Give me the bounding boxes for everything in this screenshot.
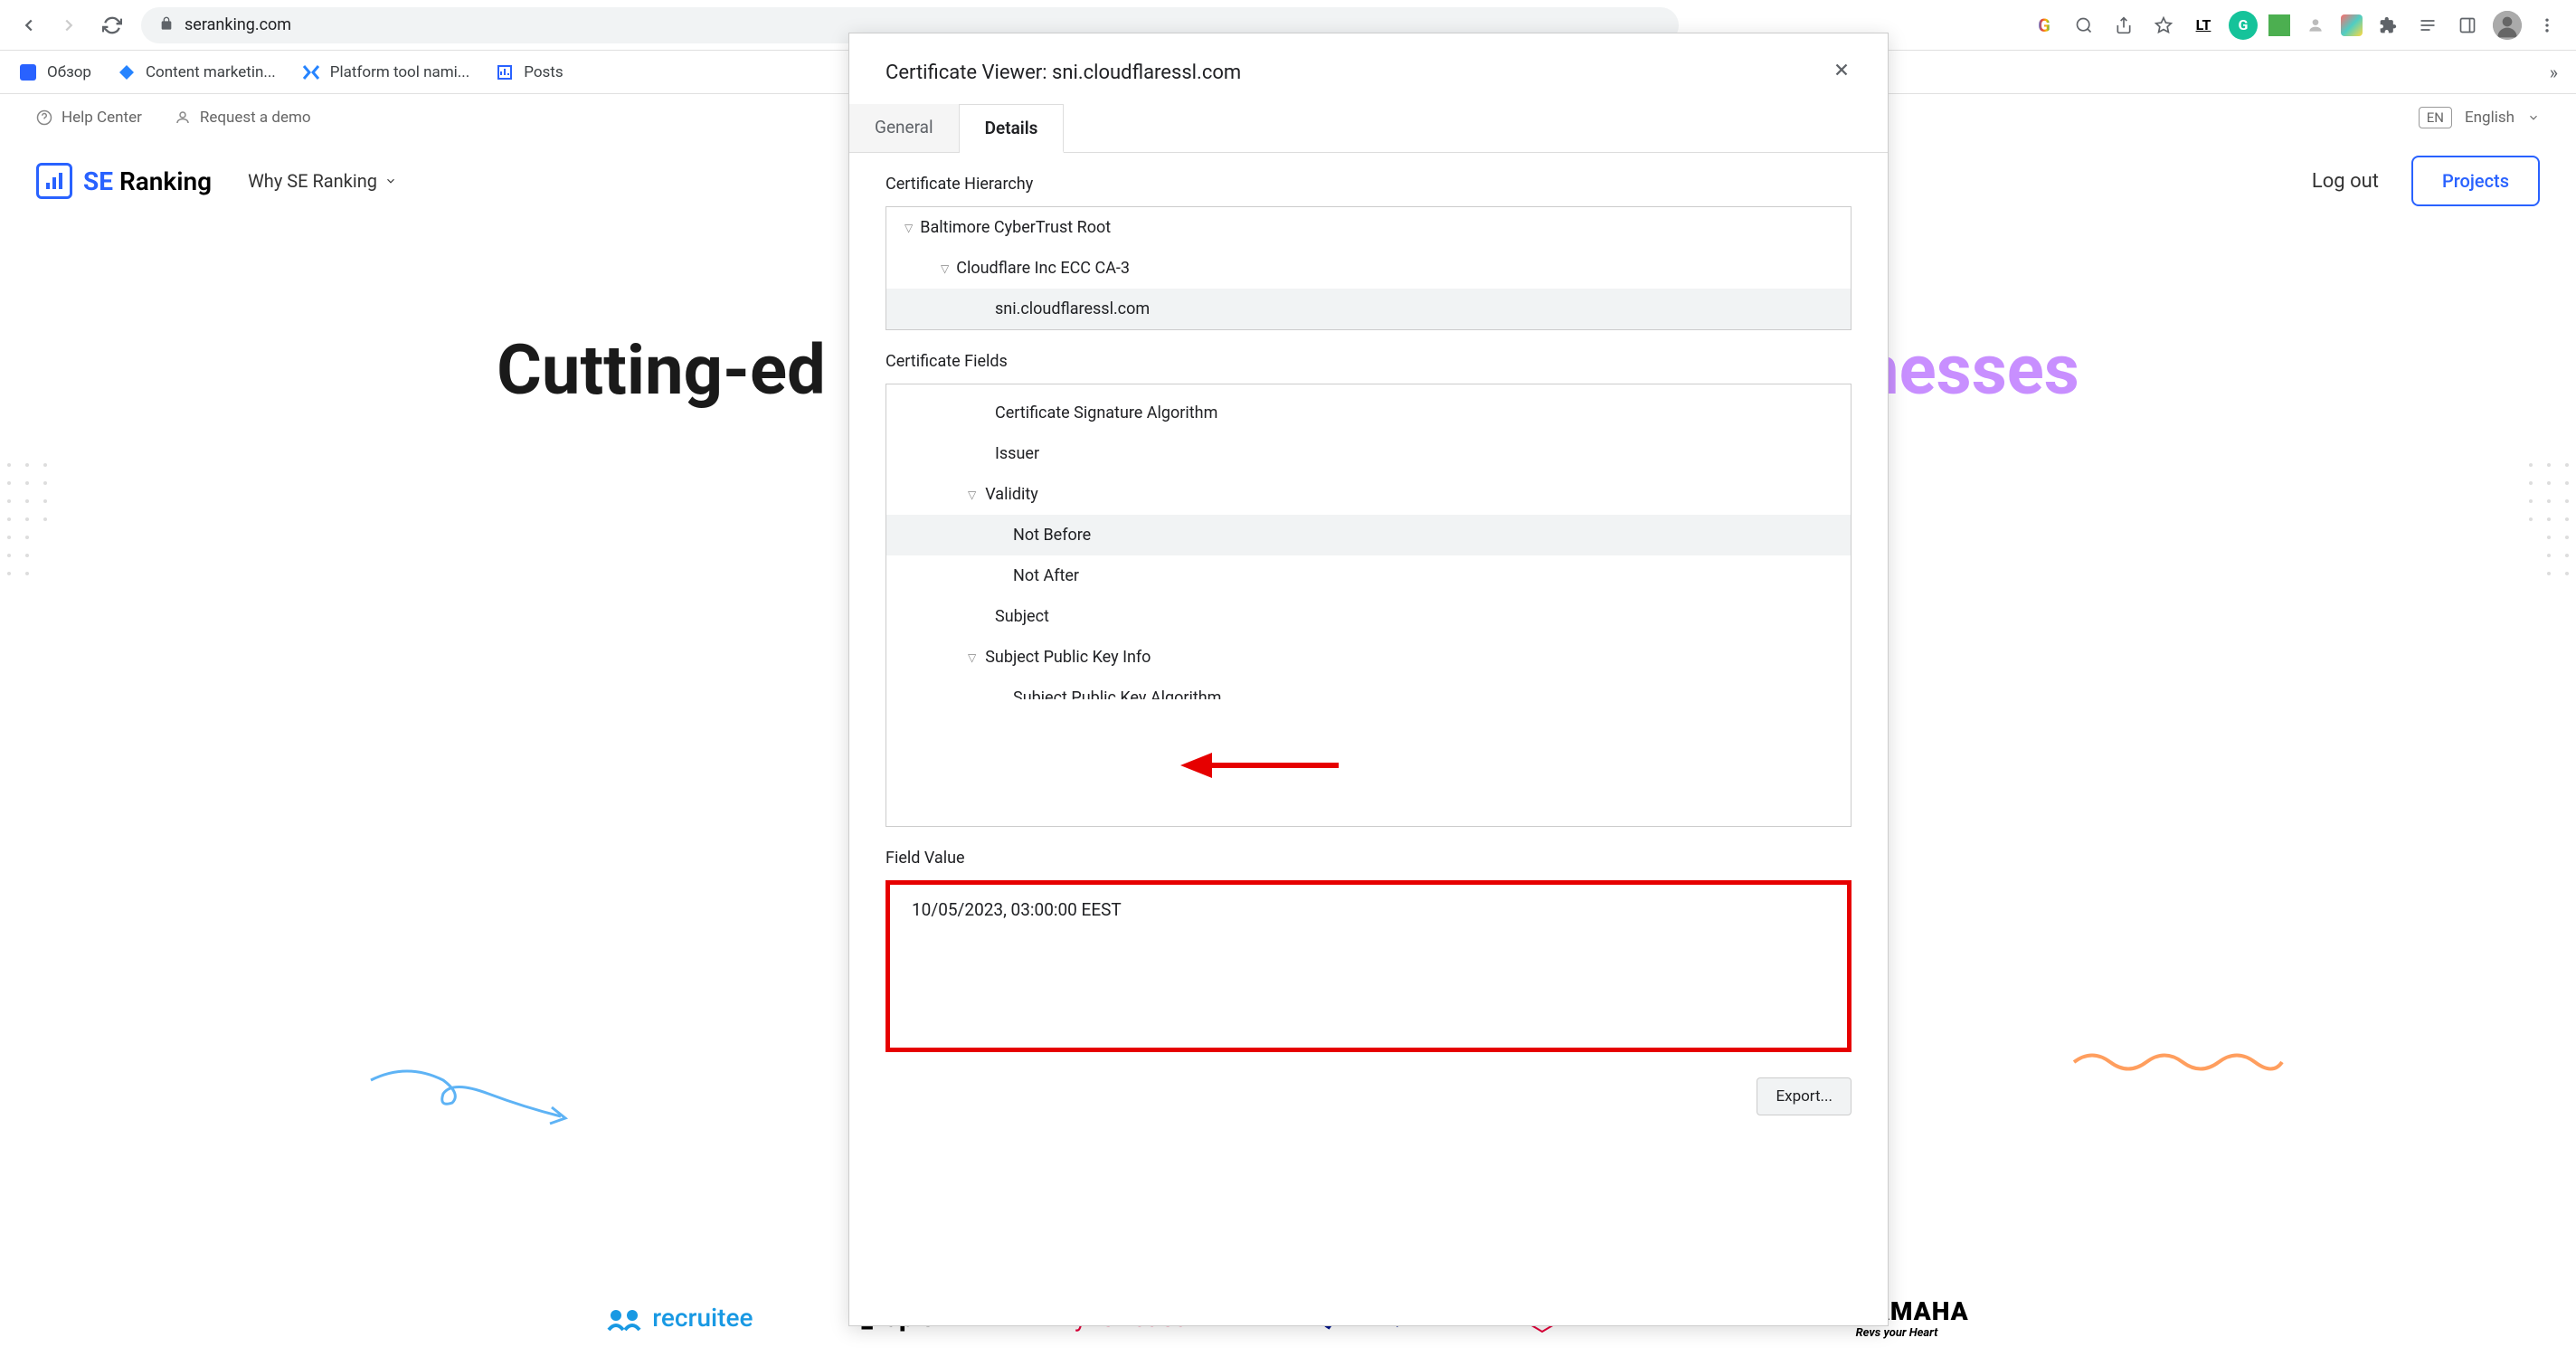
bookmark-item[interactable]: Posts [495, 62, 563, 82]
lock-icon [159, 16, 174, 34]
hierarchy-label: sni.cloudflaressl.com [995, 299, 1150, 318]
cert-title: Certificate Viewer: sni.cloudflaressl.co… [886, 62, 1241, 84]
triangle-icon: ▽ [941, 262, 949, 275]
tab-details[interactable]: Details [960, 104, 1065, 153]
hierarchy-root[interactable]: ▽ Baltimore CyberTrust Root [886, 207, 1851, 248]
bookmarks-overflow[interactable]: » [2550, 62, 2558, 83]
brand-recruitee: recruitee [607, 1303, 753, 1333]
person-icon [175, 109, 191, 126]
hierarchy-label: Baltimore CyberTrust Root [920, 218, 1111, 237]
hierarchy-title: Certificate Hierarchy [849, 153, 1888, 206]
close-button[interactable] [1832, 59, 1852, 86]
logo-ranking: Ranking [119, 166, 212, 196]
tab-general[interactable]: General [849, 104, 960, 152]
bookmark-label: Posts [524, 63, 563, 81]
bookmark-item[interactable]: Обзор [18, 62, 91, 82]
decoration-arrow [362, 1053, 579, 1125]
logo-se: SE [83, 166, 113, 196]
ext-green-icon[interactable] [2268, 14, 2290, 36]
hierarchy-intermediate[interactable]: ▽ Cloudflare Inc ECC CA-3 [886, 248, 1851, 289]
field-value-box: 10/05/2023, 03:00:00 EEST [886, 880, 1852, 1052]
projects-button[interactable]: Projects [2411, 156, 2540, 206]
request-demo-link[interactable]: Request a demo [175, 109, 311, 127]
hierarchy-leaf[interactable]: sni.cloudflaressl.com [886, 289, 1851, 329]
ext-gray-icon[interactable] [2301, 11, 2330, 40]
help-center-label: Help Center [62, 109, 142, 127]
close-icon [1832, 60, 1852, 80]
field-not-after[interactable]: Not After [886, 555, 1851, 596]
reload-button[interactable] [98, 11, 127, 40]
bookmark-favicon [18, 62, 38, 82]
decoration-dots [2467, 456, 2576, 565]
field-spk-alg[interactable]: Subject Public Key Algorithm [886, 678, 1851, 699]
cert-tabs: General Details [849, 104, 1888, 153]
decoration-wave [2069, 1044, 2287, 1080]
bookmark-label: Content marketin... [146, 63, 276, 81]
google-icon[interactable]: G [2030, 11, 2059, 40]
certificate-viewer-modal: Certificate Viewer: sni.cloudflaressl.co… [848, 33, 1889, 1326]
logo-icon [36, 163, 72, 199]
ext-color-icon[interactable] [2341, 14, 2363, 36]
field-issuer[interactable]: Issuer [886, 433, 1851, 474]
fields-box[interactable]: Serial Number Certificate Signature Algo… [886, 384, 1852, 827]
field-subject[interactable]: Subject [886, 596, 1851, 637]
hierarchy-label: Cloudflare Inc ECC CA-3 [956, 259, 1130, 278]
logout-link[interactable]: Log out [2312, 170, 2379, 193]
url-text: seranking.com [185, 15, 291, 34]
bookmark-label: Обзор [47, 63, 91, 81]
lang-code: EN [2419, 107, 2452, 128]
ext-grammarly-icon[interactable]: G [2229, 11, 2258, 40]
forward-button[interactable] [54, 11, 83, 40]
lang-name: English [2465, 109, 2514, 127]
triangle-icon: ▽ [904, 222, 913, 234]
profile-avatar[interactable] [2493, 11, 2522, 40]
star-icon[interactable] [2149, 11, 2178, 40]
field-sig-alg[interactable]: Certificate Signature Algorithm [886, 393, 1851, 433]
triangle-icon: ▽ [968, 651, 976, 664]
chevron-down-icon [384, 175, 397, 187]
bookmark-item[interactable]: Platform tool nami... [301, 62, 469, 82]
hierarchy-box: ▽ Baltimore CyberTrust Root ▽ Cloudflare… [886, 206, 1852, 330]
field-label: Validity [985, 485, 1038, 504]
triangle-icon: ▽ [968, 489, 976, 501]
bookmark-favicon [301, 62, 321, 82]
decoration-dots [0, 456, 109, 565]
nav-why-label: Why SE Ranking [248, 170, 377, 192]
request-demo-label: Request a demo [200, 109, 311, 127]
nav-why-link[interactable]: Why SE Ranking [248, 170, 397, 192]
field-not-before[interactable]: Not Before [886, 515, 1851, 555]
reading-list-icon[interactable] [2413, 11, 2442, 40]
export-button[interactable]: Export... [1757, 1077, 1852, 1115]
value-title: Field Value [849, 827, 1888, 880]
extensions-icon[interactable] [2373, 11, 2402, 40]
chevron-down-icon [2527, 111, 2540, 124]
ext-lt-icon[interactable]: LT [2189, 11, 2218, 40]
annotation-arrow [1167, 747, 1348, 783]
side-panel-icon[interactable] [2453, 11, 2482, 40]
share-icon[interactable] [2109, 11, 2138, 40]
zoom-icon[interactable] [2069, 11, 2098, 40]
bookmark-label: Platform tool nami... [330, 63, 469, 81]
help-center-link[interactable]: Help Center [36, 109, 142, 127]
field-spki[interactable]: ▽ Subject Public Key Info [886, 637, 1851, 678]
help-icon [36, 109, 52, 126]
bookmark-favicon [495, 62, 515, 82]
bookmark-favicon [117, 62, 137, 82]
menu-icon[interactable] [2533, 11, 2562, 40]
field-label: Subject Public Key Info [985, 648, 1151, 667]
field-validity[interactable]: ▽ Validity [886, 474, 1851, 515]
logo[interactable]: SE Ranking [36, 163, 212, 199]
hero-left: Cutting-ed [497, 329, 826, 411]
bookmark-item[interactable]: Content marketin... [117, 62, 276, 82]
field-serial[interactable]: Serial Number [886, 384, 1851, 393]
language-selector[interactable]: EN English [2419, 107, 2540, 128]
field-value-text: 10/05/2023, 03:00:00 EEST [912, 899, 1122, 920]
fields-title: Certificate Fields [849, 330, 1888, 384]
back-button[interactable] [14, 11, 43, 40]
